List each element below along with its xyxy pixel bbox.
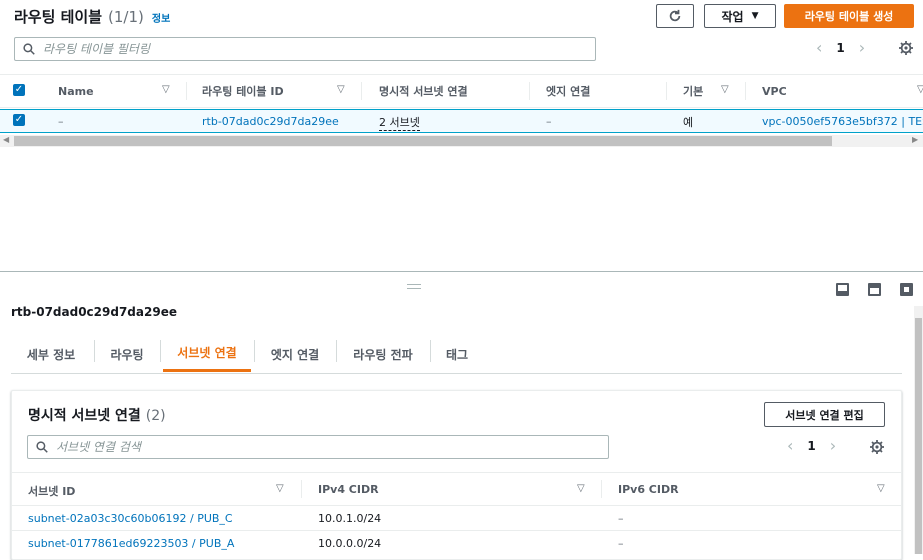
ipv6-cidr: – [618,537,624,550]
caret-down-icon: ▼ [751,11,759,21]
ipv4-cidr: 10.0.1.0/24 [318,512,382,525]
search-icon [36,441,48,453]
sort-icon[interactable]: ▽ [276,483,284,494]
horizontal-scrollbar[interactable]: ◀ ▶ [0,135,923,147]
tab-tags[interactable]: 태그 [436,336,478,372]
item-count: (1/1) [108,8,144,26]
actions-label: 작업 [721,9,744,24]
detail-title: rtb-07dad0c29d7da29ee [11,305,177,319]
page-title: 라우팅 테이블 [14,8,103,26]
select-all-checkbox[interactable]: ✓ [13,84,25,96]
chevron-right-icon[interactable]: › [830,436,836,455]
panel-count: (2) [145,408,166,424]
tab-route-propagation[interactable]: 라우팅 전파 [342,336,424,372]
chevron-left-icon[interactable]: ‹ [787,436,793,455]
settings-icon[interactable] [899,41,913,55]
panel-full-icon[interactable] [900,283,913,296]
col-main[interactable]: 기본 [683,74,703,108]
page-header: 라우팅 테이블 (1/1) 정보 [14,6,170,27]
ipv6-cidr: – [618,512,624,525]
scroll-left-icon[interactable]: ◀ [3,135,9,144]
scrollbar-thumb[interactable] [915,318,922,554]
col-explicit-subnet-assoc[interactable]: 명시적 서브넷 연결 [379,74,468,108]
scrollbar-thumb[interactable] [14,136,832,146]
sort-icon[interactable]: ▽ [877,483,885,494]
tabs-underline [11,373,902,374]
panel-pagination: ‹ 1 › [787,436,836,455]
actions-dropdown[interactable]: 작업 ▼ [704,4,776,28]
route-table-id-link[interactable]: rtb-07dad0c29d7da29ee [202,115,339,128]
chevron-right-icon[interactable]: › [859,38,865,57]
sort-icon[interactable]: ▽ [721,84,729,95]
row-main: 예 [683,116,694,129]
subnet-link[interactable]: subnet-02a03c30c60b06192 / PUB_C [28,512,233,525]
refresh-icon [669,9,681,22]
tab-routes[interactable]: 라우팅 [100,336,154,372]
edit-subnet-assoc-button[interactable]: 서브넷 연결 편집 [764,402,885,427]
col-edge-assoc[interactable]: 엣지 연결 [546,74,590,108]
col-ipv4-cidr[interactable]: IPv4 CIDR [318,483,379,496]
chevron-left-icon[interactable]: ‹ [816,38,822,57]
panel-header: 명시적 서브넷 연결 (2) [28,405,166,425]
subnet-link[interactable]: subnet-0177861ed69223503 / PUB_A [28,537,234,550]
panel-title: 명시적 서브넷 연결 [28,408,141,424]
pagination: ‹ 1 › [816,38,865,57]
row-checkbox[interactable]: ✓ [13,114,25,126]
panel-bottom-icon[interactable] [836,283,849,296]
subnet-search-input[interactable] [56,440,571,454]
col-name[interactable]: Name [58,74,94,108]
row-edge: – [546,115,552,128]
search-icon [23,43,35,55]
vertical-scrollbar[interactable] [914,306,923,554]
col-route-table-id[interactable]: 라우팅 테이블 ID [202,74,284,108]
sort-icon[interactable]: ▽ [337,84,345,95]
panel-page-number[interactable]: 1 [807,439,815,453]
panel-table-header [12,472,901,506]
split-divider[interactable] [0,271,923,272]
refresh-button[interactable] [656,4,694,28]
subnet-assoc-search[interactable] [27,435,609,459]
sort-icon[interactable]: ▽ [577,483,585,494]
scroll-right-icon[interactable]: ▶ [912,135,918,144]
col-vpc[interactable]: VPC [762,74,787,108]
create-route-table-label: 라우팅 테이블 생성 [804,10,894,23]
route-table-filter[interactable] [14,37,596,61]
tab-edge-associations[interactable]: 엣지 연결 [260,336,330,372]
col-ipv6-cidr[interactable]: IPv6 CIDR [618,483,679,496]
tab-subnet-associations[interactable]: 서브넷 연결 [163,336,251,372]
col-subnet-id[interactable]: 서브넷 ID [28,483,75,499]
create-route-table-button[interactable]: 라우팅 테이블 생성 [784,4,914,28]
panel-split-icon[interactable] [868,283,881,296]
settings-icon[interactable] [870,440,884,454]
info-link[interactable]: 정보 [152,10,170,25]
page-number[interactable]: 1 [836,41,844,55]
drag-handle-icon[interactable] [407,284,421,289]
explicit-subnets-count[interactable]: 2 서브넷 [379,114,420,131]
row-name: – [58,115,64,128]
filter-input[interactable] [43,42,558,56]
ipv4-cidr: 10.0.0.0/24 [318,537,382,550]
sort-icon[interactable]: ▽ [917,84,923,95]
vpc-link[interactable]: vpc-0050ef5763e5bf372 | TEST [762,115,923,128]
tab-details[interactable]: 세부 정보 [14,336,88,372]
sort-icon[interactable]: ▽ [162,84,170,95]
